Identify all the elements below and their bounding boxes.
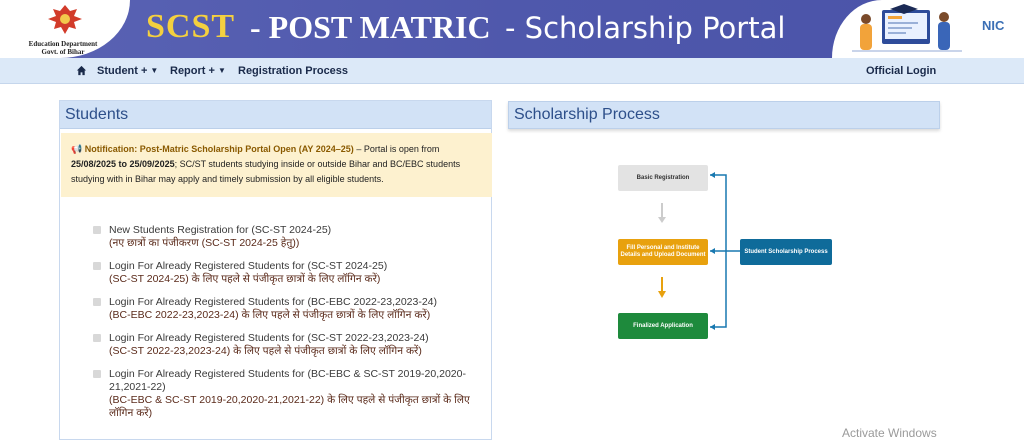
students-heading: Students — [60, 101, 491, 129]
student-links-list: New Students Registration for (SC-ST 202… — [93, 224, 483, 430]
link-en[interactable]: Login For Already Registered Students fo… — [109, 368, 483, 394]
department-line2: Govt. of Bihar — [41, 48, 85, 56]
list-item[interactable]: New Students Registration for (SC-ST 202… — [93, 224, 483, 250]
arrow-head-icon — [658, 291, 666, 298]
header-banner: Education Department Govt. of Bihar SCST… — [0, 0, 1024, 58]
list-item[interactable]: Login For Already Registered Students fo… — [93, 260, 483, 286]
link-hi[interactable]: (BC-EBC & SC-ST 2019-20,2020-21,2021-22)… — [109, 394, 483, 420]
link-en[interactable]: New Students Registration for (SC-ST 202… — [109, 224, 483, 237]
notification-label: Notification: Post-Matric Scholarship Po… — [84, 144, 354, 154]
student-scholarship-process-box: Student Scholarship Process — [740, 239, 832, 265]
link-hi[interactable]: (BC-EBC 2022-23,2023-24) के लिए पहले से … — [109, 309, 483, 322]
notification-dates: 25/08/2025 to 25/09/2025 — [71, 159, 175, 169]
students-panel: Students 📢 Notification: Post-Matric Sch… — [59, 100, 492, 440]
caret-down-icon: ▼ — [150, 66, 159, 75]
title-scst: SCST — [146, 8, 236, 45]
arrow-head-icon — [658, 217, 666, 223]
title-post-matric: - POST MATRIC — [250, 9, 491, 45]
nav-student[interactable]: Student + ▼ — [97, 65, 158, 77]
home-icon[interactable] — [76, 65, 87, 76]
step-fill-details: Fill Personal and Institute Details and … — [618, 239, 708, 265]
official-login-link[interactable]: Official Login — [866, 65, 936, 77]
nic-logo: NIC — [982, 18, 1005, 33]
department-name: Education Department Govt. of Bihar — [8, 40, 118, 56]
megaphone-icon: 📢 — [71, 144, 83, 154]
link-en[interactable]: Login For Already Registered Students fo… — [109, 260, 483, 273]
activate-windows-watermark: Activate Windows — [842, 426, 937, 440]
process-flowchart: Basic Registration Fill Personal and Ins… — [600, 155, 850, 355]
nav-student-label: Student + — [97, 65, 148, 77]
link-hi[interactable]: (नए छात्रों का पंजीकरण (SC-ST 2024-25 हे… — [109, 237, 483, 250]
link-hi[interactable]: (SC-ST 2024-25) के लिए पहले से पंजीकृत छ… — [109, 273, 483, 286]
bullet-icon — [93, 334, 101, 342]
nav-report[interactable]: Report + ▼ — [170, 65, 226, 77]
bullet-icon — [93, 226, 101, 234]
bihar-emblem-icon — [48, 5, 82, 34]
list-item[interactable]: Login For Already Registered Students fo… — [93, 332, 483, 358]
bullet-icon — [93, 370, 101, 378]
notification-box: 📢 Notification: Post-Matric Scholarship … — [61, 133, 492, 197]
step-basic-registration: Basic Registration — [618, 165, 708, 191]
arrow-head-icon — [710, 172, 715, 178]
step-finalized-application: Finalized Application — [618, 313, 708, 339]
caret-down-icon: ▼ — [217, 66, 226, 75]
logo-area: Education Department Govt. of Bihar — [0, 0, 130, 58]
link-en[interactable]: Login For Already Registered Students fo… — [109, 332, 483, 345]
scholarship-process-heading: Scholarship Process — [508, 101, 940, 129]
notification-text1: – Portal is open from — [353, 144, 440, 154]
link-hi[interactable]: (SC-ST 2022-23,2023-24) के लिए पहले से प… — [109, 345, 483, 358]
banner-illustration-area: NIC — [832, 0, 1024, 58]
link-en[interactable]: Login For Already Registered Students fo… — [109, 296, 483, 309]
nav-registration-process[interactable]: Registration Process — [238, 65, 348, 77]
list-item[interactable]: Login For Already Registered Students fo… — [93, 296, 483, 322]
bullet-icon — [93, 262, 101, 270]
arrow-head-icon — [710, 248, 715, 254]
arrow-head-icon — [710, 324, 715, 330]
bullet-icon — [93, 298, 101, 306]
list-item[interactable]: Login For Already Registered Students fo… — [93, 368, 483, 420]
nav-bar: Student + ▼ Report + ▼ Registration Proces… — [0, 58, 1024, 84]
scholarship-illustration-icon — [852, 4, 962, 52]
nav-report-label: Report + — [170, 65, 215, 77]
department-line1: Education Department — [28, 40, 98, 48]
title-scholarship-portal: - Scholarship Portal — [505, 11, 786, 45]
